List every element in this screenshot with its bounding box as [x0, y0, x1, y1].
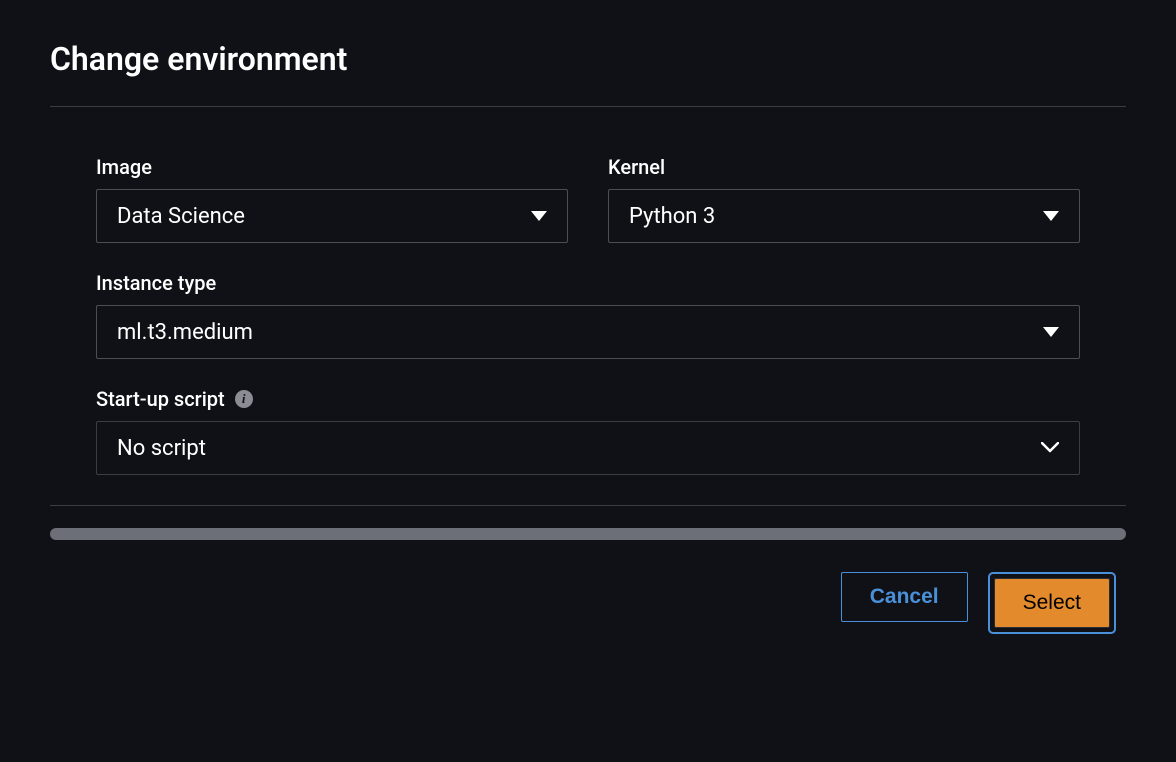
select-startup-script[interactable]: No script	[96, 421, 1080, 475]
select-instance-type[interactable]: ml.t3.medium	[96, 305, 1080, 359]
row-image-kernel: Image Data Science Kernel Python 3	[96, 155, 1080, 243]
select-instance-type-value: ml.t3.medium	[117, 320, 253, 345]
select-image-value: Data Science	[117, 204, 245, 229]
field-kernel: Kernel Python 3	[608, 155, 1080, 243]
field-instance-type: Instance type ml.t3.medium	[96, 271, 1080, 359]
horizontal-scrollbar[interactable]	[50, 528, 1126, 540]
footer-section: Cancel Select	[50, 505, 1126, 634]
caret-down-icon	[531, 211, 547, 221]
form-area: Image Data Science Kernel Python 3 In	[50, 155, 1126, 475]
dialog-title: Change environment	[50, 40, 1126, 107]
caret-down-icon	[1043, 327, 1059, 337]
label-image: Image	[96, 155, 152, 179]
select-kernel-value: Python 3	[629, 204, 715, 229]
select-kernel[interactable]: Python 3	[608, 189, 1080, 243]
label-kernel: Kernel	[608, 155, 665, 179]
select-image[interactable]: Data Science	[96, 189, 568, 243]
change-environment-dialog: Change environment Image Data Science Ke…	[0, 0, 1176, 664]
cancel-button[interactable]: Cancel	[841, 572, 968, 622]
caret-down-icon	[1043, 211, 1059, 221]
label-startup-script: Start-up script	[96, 387, 225, 411]
field-startup-script: Start-up script i No script	[96, 387, 1080, 475]
chevron-down-icon	[1041, 439, 1059, 457]
footer-actions: Cancel Select	[50, 572, 1126, 634]
info-icon[interactable]: i	[235, 390, 253, 408]
select-button-focus-ring: Select	[988, 572, 1116, 634]
label-instance-type: Instance type	[96, 271, 216, 295]
select-button[interactable]: Select	[994, 578, 1110, 628]
field-image: Image Data Science	[96, 155, 568, 243]
select-startup-script-value: No script	[117, 436, 206, 461]
